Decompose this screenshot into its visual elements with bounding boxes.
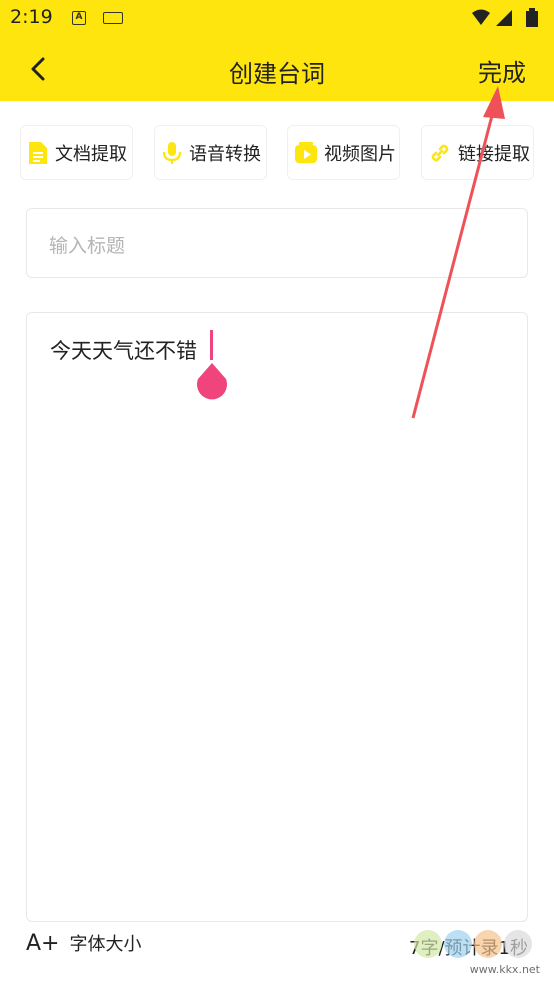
signal-icon: [496, 10, 512, 26]
title-input[interactable]: 输入标题: [26, 208, 528, 278]
status-bar: 2:19 A: [0, 0, 554, 38]
nav-bar: 创建台词 完成: [0, 38, 554, 101]
cursor-handle-icon[interactable]: [195, 363, 229, 401]
status-right-icons: [472, 8, 538, 27]
microphone-icon: [162, 141, 182, 164]
top-bar: 2:19 A 创建台词 完成: [0, 0, 554, 101]
keyboard-icon: [103, 12, 123, 24]
font-size-label: 字体大小: [69, 934, 142, 955]
status-time: 2:19: [10, 6, 53, 28]
content-text: 今天天气还不错: [50, 339, 197, 363]
tool-label: 语音转换: [189, 143, 261, 165]
tool-label: 文档提取: [55, 143, 127, 165]
video-icon: [295, 141, 317, 163]
font-size-icon: A+: [26, 930, 60, 956]
wifi-icon: [472, 9, 490, 25]
battery-icon: [526, 8, 538, 27]
watermark-logo-icon: [414, 930, 532, 958]
text-cursor: [210, 330, 213, 360]
content-editor[interactable]: 今天天气还不错: [26, 312, 528, 922]
tool-link-extract[interactable]: 链接提取: [421, 125, 534, 180]
a-notification-icon: A: [72, 11, 86, 25]
title-input-placeholder: 输入标题: [49, 235, 126, 257]
tool-document-extract[interactable]: 文档提取: [20, 125, 133, 180]
tool-voice-convert[interactable]: 语音转换: [154, 125, 267, 180]
watermark: www.kkx.net: [406, 924, 540, 976]
page-title: 创建台词: [229, 60, 325, 88]
tool-row: 文档提取 语音转换 视频图片 链接提取: [20, 125, 534, 180]
link-icon: [431, 144, 449, 161]
tool-video-image[interactable]: 视频图片: [287, 125, 400, 180]
document-icon: [29, 141, 47, 164]
font-size-button[interactable]: A+ 字体大小: [26, 930, 141, 956]
watermark-text: www.kkx.net: [469, 963, 540, 976]
tool-label: 链接提取: [458, 143, 530, 165]
tool-label: 视频图片: [324, 143, 396, 165]
done-button[interactable]: 完成: [478, 53, 526, 88]
